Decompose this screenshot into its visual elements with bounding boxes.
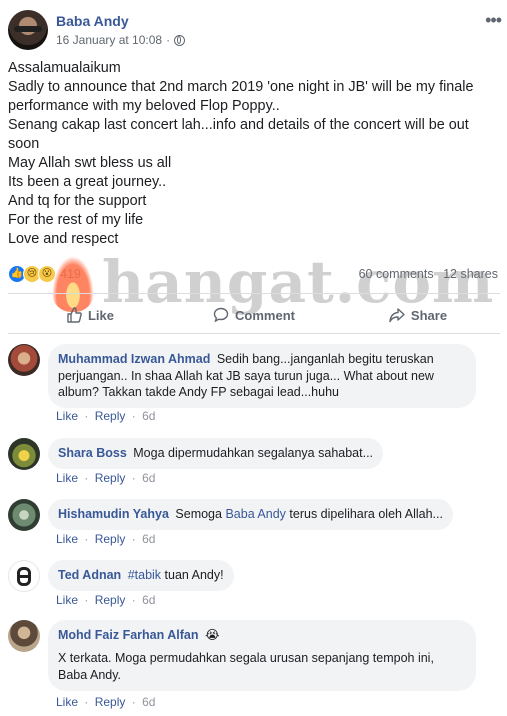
comment-reply-link[interactable]: Reply xyxy=(95,593,126,607)
comment-bubble: Mohd Faiz Farhan Alfan 😭 X terkata. Moga… xyxy=(48,620,476,691)
comment-text: Moga dipermudahkan segalanya sahabat... xyxy=(133,446,374,460)
commenter-avatar[interactable] xyxy=(8,499,40,531)
comment-time[interactable]: 6d xyxy=(142,409,155,423)
commenter-avatar[interactable] xyxy=(8,438,40,470)
comment-reply-link[interactable]: Reply xyxy=(95,471,126,485)
comment-bubble: Shara Boss Moga dipermudahkan segalanya … xyxy=(48,438,384,469)
separator: · xyxy=(84,695,89,709)
comment-text: Sedih bang...janganlah begitu teruskan xyxy=(216,352,434,366)
post-line: For the rest of my life xyxy=(8,212,144,228)
share-button-label: Share xyxy=(410,307,448,323)
comment-text: terus dipelihara oleh Allah... xyxy=(289,507,443,521)
comment-text: X terkata. Moga permudahkan segala urusa… xyxy=(58,651,434,665)
post-header: Baba Andy 16 January at 10:08 · ••• xyxy=(8,10,503,54)
reaction-icons[interactable]: 👍 😢 😮 xyxy=(8,265,56,283)
commenter-avatar[interactable] xyxy=(8,560,40,592)
comment-button[interactable]: Comment xyxy=(172,300,336,330)
comment-bubble: Ted Adnan #tabik tuan Andy! xyxy=(48,560,234,591)
comments-count-link[interactable]: 60 comments xyxy=(359,267,434,281)
comment-actions: Like · Reply · 6d xyxy=(56,695,155,709)
post-line: performance with my beloved Flop Poppy.. xyxy=(8,98,280,114)
commenter-avatar[interactable] xyxy=(8,620,40,652)
divider xyxy=(8,333,500,334)
post-line: Senang cakap last concert lah...info and… xyxy=(8,117,469,133)
share-button[interactable]: Share xyxy=(336,300,500,330)
meta-separator: · xyxy=(166,33,171,47)
comment-bubble: Muhammad Izwan Ahmad Sedih bang...jangan… xyxy=(48,344,476,408)
separator: · xyxy=(84,593,89,607)
share-icon xyxy=(389,308,405,323)
comment-like-link[interactable]: Like xyxy=(56,471,78,485)
comment-like-link[interactable]: Like xyxy=(56,409,78,423)
comment-reply-link[interactable]: Reply xyxy=(95,409,126,423)
commenter-avatar[interactable] xyxy=(8,344,40,376)
author-avatar[interactable] xyxy=(8,10,48,50)
commenter-name[interactable]: Mohd Faiz Farhan Alfan xyxy=(58,628,199,642)
comment-icon xyxy=(213,307,229,323)
comment-actions: Like · Reply · 6d xyxy=(56,471,155,485)
post-line: And tq for the support xyxy=(8,193,147,209)
comment-text: tuan Andy! xyxy=(164,568,224,582)
comment-text: Baba Andy. xyxy=(58,668,122,682)
comment-bubble: Hishamudin Yahya Semoga Baba Andy terus … xyxy=(48,499,453,530)
comment-time[interactable]: 6d xyxy=(142,695,155,709)
comment-like-link[interactable]: Like xyxy=(56,532,78,546)
separator: · xyxy=(131,471,136,485)
shares-count-link[interactable]: 12 shares xyxy=(443,267,498,281)
post-line: Love and respect xyxy=(8,231,119,247)
comment-like-link[interactable]: Like xyxy=(56,593,78,607)
separator: · xyxy=(84,409,89,423)
reaction-count[interactable]: 419 xyxy=(60,267,81,281)
commenter-name[interactable]: Shara Boss xyxy=(58,446,127,460)
comment-reply-link[interactable]: Reply xyxy=(95,695,126,709)
comment-reply-link[interactable]: Reply xyxy=(95,532,126,546)
reactions-summary: 👍 😢 😮 419 60 comments 12 shares xyxy=(8,264,500,284)
post-counts: 60 comments 12 shares xyxy=(359,267,498,281)
separator: · xyxy=(84,532,89,546)
wow-reaction-icon: 😮 xyxy=(38,265,56,283)
post-line: Assalamualaikum xyxy=(8,60,121,76)
comment-time[interactable]: 6d xyxy=(142,471,155,485)
author-name-link[interactable]: Baba Andy xyxy=(56,13,129,29)
post-text: Assalamualaikum Sadly to announce that 2… xyxy=(8,59,500,249)
thumbs-up-icon xyxy=(67,307,82,323)
post-meta: 16 January at 10:08 · xyxy=(56,33,186,47)
comment-time[interactable]: 6d xyxy=(142,532,155,546)
separator: · xyxy=(131,695,136,709)
post-line: Sadly to announce that 2nd march 2019 'o… xyxy=(8,79,474,95)
comment-button-label: Comment xyxy=(235,307,295,323)
comment-text: perjuangan.. In shaa Allah kat JB saya t… xyxy=(58,368,434,383)
mention-link[interactable]: Baba Andy xyxy=(225,507,285,521)
globe-icon[interactable] xyxy=(174,34,186,46)
commenter-name[interactable]: Ted Adnan xyxy=(58,568,121,582)
comment-actions: Like · Reply · 6d xyxy=(56,532,155,546)
post-line: Its been a great journey.. xyxy=(8,174,167,190)
separator: · xyxy=(131,409,136,423)
comment-like-link[interactable]: Like xyxy=(56,695,78,709)
like-button[interactable]: Like xyxy=(8,300,172,330)
commenter-name[interactable]: Hishamudin Yahya xyxy=(58,507,169,521)
separator: · xyxy=(84,471,89,485)
comment-text: Semoga xyxy=(175,507,222,521)
post-line: May Allah swt bless us all xyxy=(8,155,172,171)
crying-emoji-icon: 😭 xyxy=(205,628,220,642)
hashtag-link[interactable]: #tabik xyxy=(128,568,161,582)
comment-actions: Like · Reply · 6d xyxy=(56,593,155,607)
comment-text: album? Takkan takde Andy FP sebagai lead… xyxy=(58,385,339,399)
divider xyxy=(8,293,500,294)
more-options-icon[interactable]: ••• xyxy=(485,10,502,31)
separator: · xyxy=(131,532,136,546)
post-line: soon xyxy=(8,136,40,152)
like-button-label: Like xyxy=(87,307,114,323)
commenter-name[interactable]: Muhammad Izwan Ahmad xyxy=(58,352,210,366)
post-timestamp-link[interactable]: 16 January at 10:08 xyxy=(56,33,162,47)
comment-time[interactable]: 6d xyxy=(142,593,155,607)
post-action-bar: Like Comment Share xyxy=(8,300,500,330)
separator: · xyxy=(131,593,136,607)
comment-actions: Like · Reply · 6d xyxy=(56,409,155,423)
